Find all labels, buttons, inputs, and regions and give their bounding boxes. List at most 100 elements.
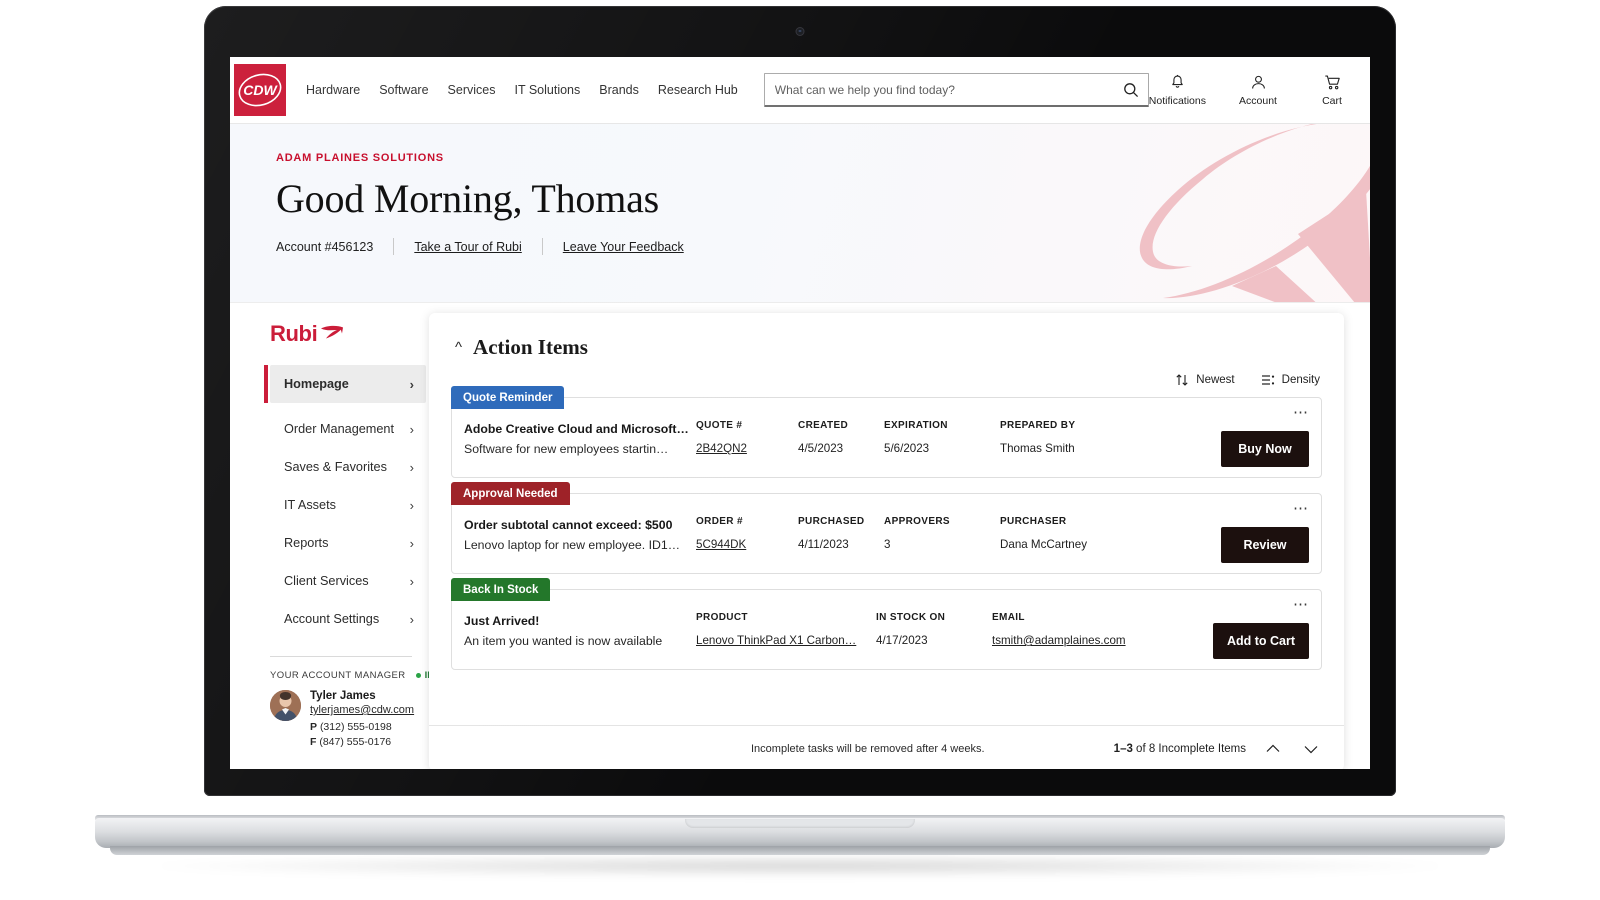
- cart-label: Cart: [1322, 94, 1342, 107]
- header-actions: Notifications Account Cart: [1149, 74, 1354, 107]
- chevron-right-icon: ›: [409, 497, 414, 513]
- card-content: Order subtotal cannot exceed: $500 Lenov…: [452, 494, 1321, 573]
- field-value: 4/5/2023: [798, 442, 844, 455]
- hero-content: ADAM PLAINES SOLUTIONS Good Morning, Tho…: [230, 124, 1370, 255]
- account-manager-email[interactable]: tylerjames@cdw.com: [310, 704, 414, 716]
- account-manager-name: Tyler James: [310, 690, 376, 702]
- rubi-logo[interactable]: Rubi: [270, 321, 415, 347]
- nav-item-services[interactable]: Services: [448, 83, 496, 97]
- notifications-button[interactable]: Notifications: [1149, 74, 1206, 107]
- nav-item-software[interactable]: Software: [379, 83, 428, 97]
- fax-label: F: [310, 736, 317, 748]
- card-action: Add to Cart: [1212, 622, 1321, 659]
- card-subtitle: Software for new employees startin…: [464, 442, 669, 456]
- field-header: QUOTE #: [696, 420, 743, 431]
- hero-meta: Account #456123 Take a Tour of Rubi Leav…: [276, 238, 1370, 255]
- card-subtitle: Lenovo laptop for new employee. ID1…: [464, 538, 681, 552]
- nav-item-hardware[interactable]: Hardware: [306, 83, 360, 97]
- field-value[interactable]: 2B42QN2: [696, 442, 790, 455]
- sidebar-item-label: Account Settings: [284, 612, 380, 626]
- leave-feedback-link[interactable]: Leave Your Feedback: [543, 240, 704, 254]
- panel-toolbar: Newest Density: [451, 373, 1320, 387]
- action-item-card[interactable]: Back In Stock ⋯ Just Arrived! An item yo…: [451, 578, 1322, 670]
- browser-screen: CDW Hardware Software Services IT Soluti…: [230, 57, 1370, 769]
- field-value[interactable]: Lenovo ThinkPad X1 Carbon…: [696, 634, 868, 647]
- account-manager-fax: F (847) 555-0176: [310, 736, 414, 748]
- density-control[interactable]: Density: [1261, 373, 1320, 387]
- field-quote-number: QUOTE # 2B42QN2: [696, 420, 798, 455]
- field-header: EXPIRATION: [884, 420, 948, 431]
- next-page-button[interactable]: [1300, 738, 1322, 760]
- panel-footer: Incomplete tasks will be removed after 4…: [429, 725, 1344, 769]
- sidebar-item-label: Homepage: [284, 377, 349, 391]
- sidebar-item-order-management[interactable]: Order Management ›: [270, 410, 426, 448]
- status-badge: Approval Needed: [451, 482, 570, 505]
- sort-control[interactable]: Newest: [1175, 373, 1235, 387]
- more-options-icon[interactable]: ⋯: [1293, 597, 1309, 612]
- account-manager-card: Tyler James tylerjames@cdw.com P (312) 5…: [270, 690, 415, 751]
- account-label: Account: [1239, 94, 1277, 107]
- action-items-panel: ^ Action Items Newest Density Quote Remi…: [429, 313, 1344, 769]
- buy-now-button[interactable]: Buy Now: [1221, 430, 1309, 467]
- pagination: 1–3 of 8 Incomplete Items: [1114, 738, 1322, 760]
- pagination-total: of 8 Incomplete Items: [1132, 742, 1246, 755]
- primary-nav: Hardware Software Services IT Solutions …: [306, 83, 738, 97]
- divider: [270, 656, 412, 657]
- sidebar-item-client-services[interactable]: Client Services ›: [270, 562, 426, 600]
- chevron-up-icon: [1266, 744, 1280, 752]
- laptop-base-notch: [685, 819, 915, 828]
- page-body: Rubi Homepage › Order Management › Saves…: [230, 303, 1370, 769]
- account-manager-details: Tyler James tylerjames@cdw.com P (312) 5…: [310, 690, 414, 751]
- nav-item-it-solutions[interactable]: IT Solutions: [514, 83, 580, 97]
- sidebar-item-label: Reports: [284, 536, 329, 550]
- laptop-lid: CDW Hardware Software Services IT Soluti…: [204, 6, 1396, 796]
- sidebar-item-homepage[interactable]: Homepage ›: [264, 365, 426, 403]
- field-value[interactable]: 5C944DK: [696, 538, 790, 551]
- sidebar-item-saves-favorites[interactable]: Saves & Favorites ›: [270, 448, 426, 486]
- card-description: Just Arrived! An item you wanted is now …: [464, 612, 696, 648]
- phone-value: (312) 555-0198: [319, 721, 392, 733]
- sidebar-item-it-assets[interactable]: IT Assets ›: [270, 486, 426, 524]
- review-button[interactable]: Review: [1221, 526, 1309, 563]
- add-to-cart-button[interactable]: Add to Cart: [1212, 622, 1309, 659]
- chevron-down-icon: [1304, 745, 1318, 753]
- sidebar: Rubi Homepage › Order Management › Saves…: [230, 303, 434, 769]
- screenshot-stage: CDW Hardware Software Services IT Soluti…: [0, 0, 1600, 900]
- density-icon: [1261, 375, 1274, 385]
- nav-item-brands[interactable]: Brands: [599, 83, 639, 97]
- action-item-card[interactable]: Approval Needed ⋯ Order subtotal cannot …: [451, 482, 1322, 574]
- site-header: CDW Hardware Software Services IT Soluti…: [230, 57, 1370, 124]
- laptop-base-foot: [110, 846, 1490, 855]
- card-content: Adobe Creative Cloud and Microsoft… Soft…: [452, 398, 1321, 477]
- more-options-icon[interactable]: ⋯: [1293, 405, 1309, 420]
- rubi-wordmark: Rubi: [270, 321, 318, 346]
- nav-item-research-hub[interactable]: Research Hub: [658, 83, 738, 97]
- search-button[interactable]: [1114, 74, 1148, 105]
- field-value: 3: [884, 538, 891, 551]
- chevron-right-icon: ›: [409, 573, 414, 589]
- cart-button[interactable]: Cart: [1310, 74, 1354, 107]
- field-prepared-by: PREPARED BY Thomas Smith: [1000, 420, 1138, 455]
- search-bar: [763, 73, 1149, 107]
- cdw-logo[interactable]: CDW: [234, 64, 286, 116]
- chevron-up-icon[interactable]: ^: [455, 340, 462, 355]
- previous-page-button[interactable]: [1262, 738, 1284, 760]
- status-badge: Quote Reminder: [451, 386, 565, 409]
- take-a-tour-link[interactable]: Take a Tour of Rubi: [394, 240, 541, 254]
- account-button[interactable]: Account: [1236, 74, 1280, 107]
- card-subtitle: An item you wanted is now available: [464, 634, 663, 648]
- sidebar-item-reports[interactable]: Reports ›: [270, 524, 426, 562]
- more-options-icon[interactable]: ⋯: [1293, 501, 1309, 516]
- field-purchaser: PURCHASER Dana McCartney: [1000, 516, 1138, 551]
- field-approvers: APPROVERS 3: [884, 516, 1000, 551]
- pagination-range: 1–3: [1113, 742, 1133, 755]
- search-input[interactable]: [764, 74, 1114, 105]
- chevron-right-icon: ›: [409, 421, 414, 437]
- main-content: ^ Action Items Newest Density Quote Remi…: [415, 303, 1370, 769]
- status-badge: Back In Stock: [451, 578, 551, 601]
- sidebar-item-account-settings[interactable]: Account Settings ›: [270, 600, 426, 638]
- chevron-right-icon: ›: [409, 459, 414, 475]
- page-title: Good Morning, Thomas: [276, 176, 660, 221]
- action-item-card[interactable]: Quote Reminder ⋯ Adobe Creative Cloud an…: [451, 386, 1322, 478]
- field-value[interactable]: tsmith@adamplaines.com: [992, 634, 1126, 647]
